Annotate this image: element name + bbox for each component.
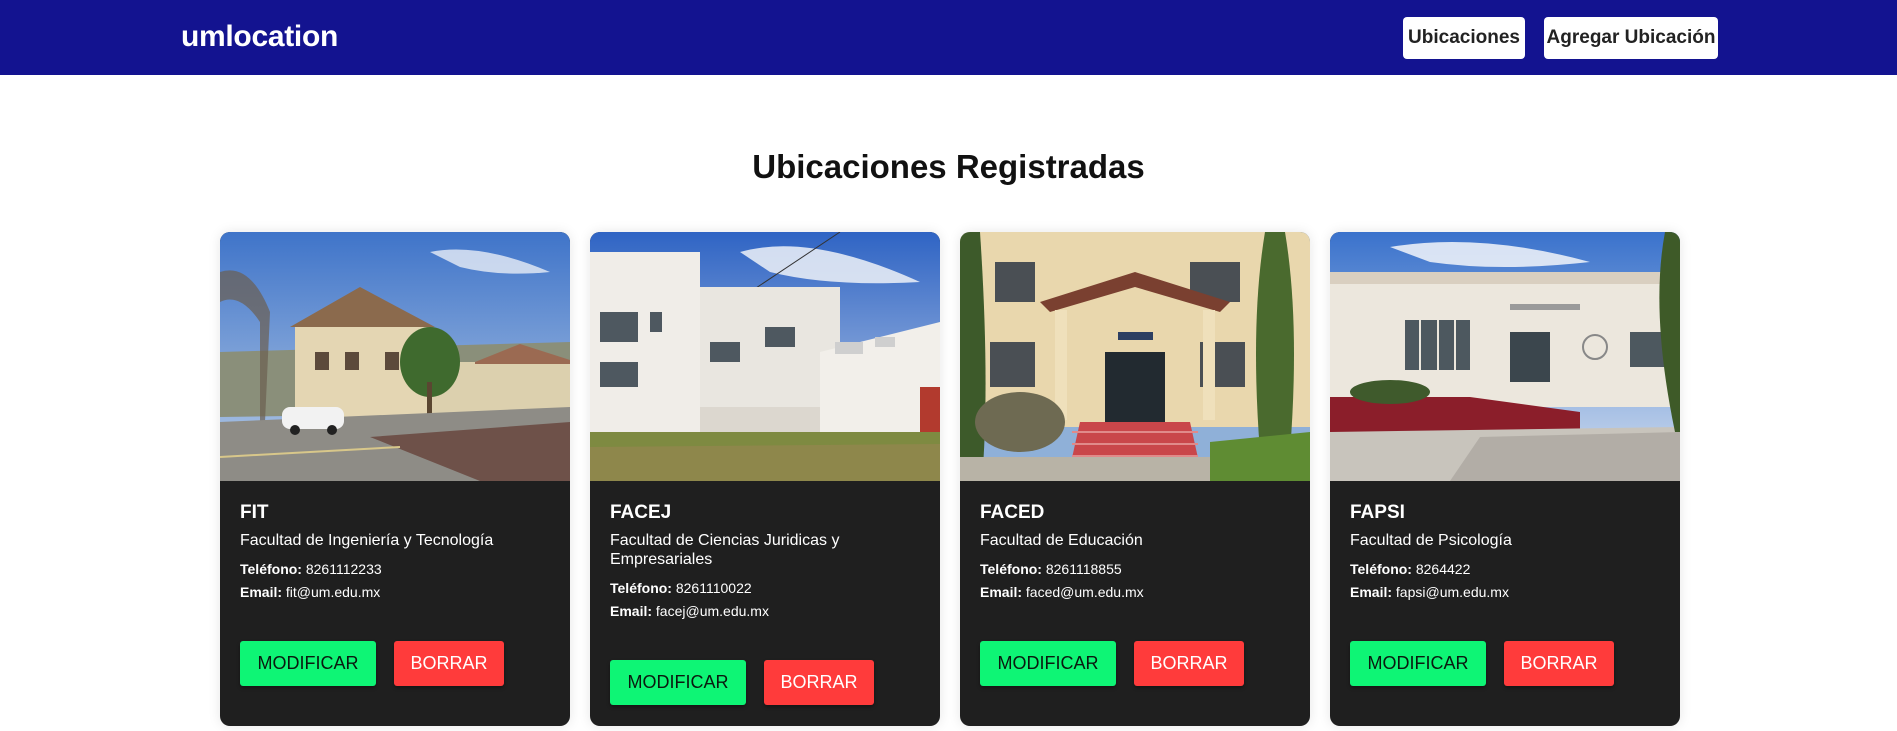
phone-label: Teléfono:: [980, 561, 1042, 577]
delete-button[interactable]: BORRAR: [1504, 641, 1614, 686]
modify-button[interactable]: MODIFICAR: [980, 641, 1116, 686]
phone-label: Teléfono:: [1350, 561, 1412, 577]
modify-button[interactable]: MODIFICAR: [1350, 641, 1486, 686]
card-name: Facultad de Educación: [980, 532, 1143, 549]
email-label: Email:: [1350, 584, 1393, 600]
card-actions: MODIFICAR BORRAR: [610, 660, 922, 705]
delete-button[interactable]: BORRAR: [1134, 641, 1244, 686]
location-card: FIT Facultad de Ingeniería y Tecnología …: [220, 232, 570, 726]
brand-logo[interactable]: umlocation: [181, 20, 338, 54]
card-phone: Teléfono: 8261112233: [240, 558, 552, 581]
email-value: fapsi@um.edu.mx: [1395, 584, 1509, 600]
location-photo: [1330, 232, 1680, 481]
location-card: FACEJ Facultad de Ciencias Juridicas y E…: [590, 232, 940, 726]
modify-button[interactable]: MODIFICAR: [610, 660, 746, 705]
location-photo: [960, 232, 1310, 481]
card-name: Facultad de Ciencias Juridicas y Empresa…: [610, 532, 840, 568]
phone-label: Teléfono:: [610, 580, 672, 596]
card-actions: MODIFICAR BORRAR: [1350, 641, 1662, 686]
card-name: Facultad de Ingeniería y Tecnología: [240, 532, 494, 549]
navbar: umlocation Ubicaciones Agregar Ubicación: [0, 0, 1897, 75]
card-code: FACED: [980, 502, 1045, 523]
card-body: FAPSI Facultad de Psicología Teléfono: 8…: [1350, 501, 1662, 686]
location-photo: [220, 232, 570, 481]
card-body: FACED Facultad de Educación Teléfono: 82…: [980, 501, 1292, 686]
email-label: Email:: [240, 584, 283, 600]
phone-value: 8261112233: [305, 561, 382, 577]
email-label: Email:: [610, 603, 653, 619]
card-actions: MODIFICAR BORRAR: [240, 641, 552, 686]
page-title: Ubicaciones Registradas: [752, 148, 1145, 185]
location-photo: [590, 232, 940, 481]
card-email: Email: fapsi@um.edu.mx: [1350, 581, 1662, 604]
email-value: fit@um.edu.mx: [285, 584, 381, 600]
delete-button[interactable]: BORRAR: [764, 660, 874, 705]
phone-label: Teléfono:: [240, 561, 302, 577]
delete-button[interactable]: BORRAR: [394, 641, 504, 686]
phone-value: 8264422: [1415, 561, 1471, 577]
phone-value: 8261118855: [1045, 561, 1122, 577]
email-value: facej@um.edu.mx: [655, 603, 769, 619]
card-name: Facultad de Psicología: [1350, 532, 1512, 549]
nav-agregar-ubicacion-button[interactable]: Agregar Ubicación: [1544, 17, 1718, 59]
card-phone: Teléfono: 8264422: [1350, 558, 1662, 581]
location-card: FACED Facultad de Educación Teléfono: 82…: [960, 232, 1310, 726]
card-body: FIT Facultad de Ingeniería y Tecnología …: [240, 501, 552, 686]
card-email: Email: facej@um.edu.mx: [610, 600, 922, 623]
card-code: FACEJ: [610, 502, 672, 523]
location-card: FAPSI Facultad de Psicología Teléfono: 8…: [1330, 232, 1680, 726]
email-value: faced@um.edu.mx: [1025, 584, 1144, 600]
email-label: Email:: [980, 584, 1023, 600]
card-email: Email: faced@um.edu.mx: [980, 581, 1292, 604]
nav-ubicaciones-button[interactable]: Ubicaciones: [1403, 17, 1525, 59]
card-phone: Teléfono: 8261110022: [610, 577, 922, 600]
card-email: Email: fit@um.edu.mx: [240, 581, 552, 604]
card-code: FAPSI: [1350, 502, 1405, 523]
card-code: FIT: [240, 502, 269, 523]
card-body: FACEJ Facultad de Ciencias Juridicas y E…: [610, 501, 922, 705]
modify-button[interactable]: MODIFICAR: [240, 641, 376, 686]
card-actions: MODIFICAR BORRAR: [980, 641, 1292, 686]
card-phone: Teléfono: 8261118855: [980, 558, 1292, 581]
phone-value: 8261110022: [675, 580, 752, 596]
